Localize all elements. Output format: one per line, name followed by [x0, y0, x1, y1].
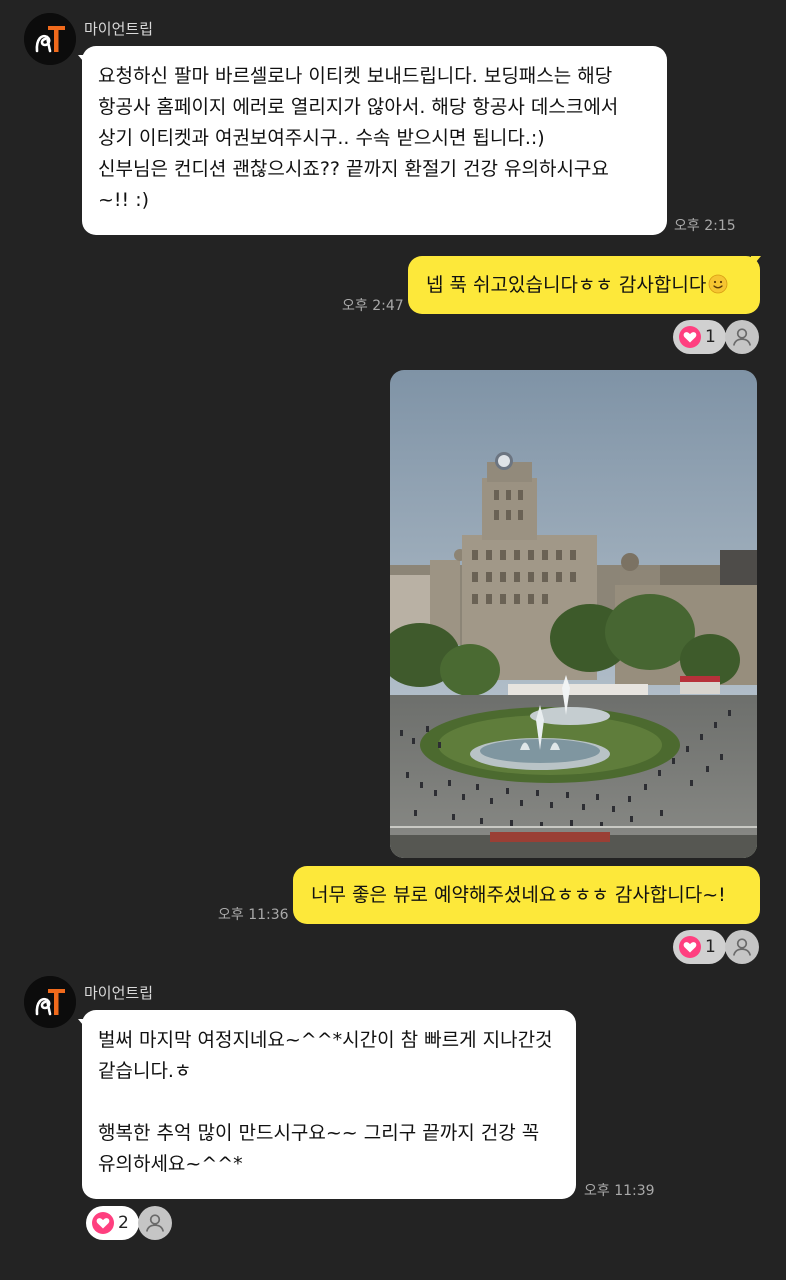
reactor-avatar[interactable]: [725, 930, 759, 964]
message-bubble-incoming[interactable]: 요청하신 팔마 바르셀로나 이티켓 보내드립니다. 보딩패스는 해당 항공사 홈…: [82, 46, 667, 235]
message-text: 너무 좋은 뷰로 예약해주셨네요ㅎㅎㅎ 감사합니다~!: [311, 884, 726, 906]
message-line: 유의하세요~^^*: [98, 1153, 243, 1175]
message-line-blank: [98, 1087, 560, 1118]
heart-icon: [92, 1212, 114, 1234]
reactor-avatar[interactable]: [138, 1206, 172, 1240]
reaction-badge[interactable]: 1: [673, 320, 726, 354]
myantrip-logo-icon: [24, 976, 76, 1028]
reactor-avatar[interactable]: [725, 320, 759, 354]
message-time: 오후 11:39: [584, 1183, 655, 1199]
heart-icon: [679, 326, 701, 348]
message-line: 요청하신 팔마 바르셀로나 이티켓 보내드립니다. 보딩패스는 해당: [98, 65, 613, 87]
message-time: 오후 11:36: [218, 907, 289, 923]
message-line: 행복한 추억 많이 만드시구요~~ 그리구 끝까지 건강 꼭: [98, 1122, 540, 1144]
message-line: ~!! :): [98, 189, 150, 211]
reaction-count: 2: [118, 1213, 129, 1233]
user-icon: [732, 328, 752, 346]
user-icon: [145, 1214, 165, 1232]
message-text-content: 넵 푹 쉬고있습니다ㅎㅎ 감사합니다: [426, 274, 707, 296]
city-square-fountain-photo[interactable]: [390, 370, 757, 858]
message-time: 오후 2:47: [342, 298, 404, 314]
sender-avatar[interactable]: [24, 13, 76, 65]
message-time: 오후 2:15: [674, 218, 736, 234]
message-bubble-incoming[interactable]: 벌써 마지막 여정지네요~^^*시간이 참 빠르게 지나간것 같습니다.ㅎ 행복…: [82, 1010, 576, 1199]
message-text: 넵 푹 쉬고있습니다ㅎㅎ 감사합니다: [426, 270, 742, 301]
reaction-badge[interactable]: 2: [86, 1206, 139, 1240]
heart-icon: [679, 936, 701, 958]
myantrip-logo-icon: [24, 13, 76, 65]
message-line: 항공사 홈페이지 에러로 열리지가 않아서. 해당 항공사 데스크에서: [98, 96, 619, 118]
smile-emoji-icon: [708, 274, 728, 294]
user-icon: [732, 938, 752, 956]
message-bubble-outgoing[interactable]: 너무 좋은 뷰로 예약해주셨네요ㅎㅎㅎ 감사합니다~!: [293, 866, 760, 924]
message-bubble-outgoing[interactable]: 넵 푹 쉬고있습니다ㅎㅎ 감사합니다: [408, 256, 760, 314]
message-line: 벌써 마지막 여정지네요~^^*시간이 참 빠르게 지나간것: [98, 1029, 553, 1051]
message-line: 상기 이티켓과 여권보여주시구.. 수속 받으시면 됩니다.:): [98, 127, 545, 149]
sender-name: 마이언트립: [84, 984, 154, 1002]
sender-name: 마이언트립: [84, 20, 154, 38]
message-line: 신부님은 컨디션 괜찮으시죠?? 끝까지 환절기 건강 유의하시구요: [98, 158, 609, 180]
reaction-badge[interactable]: 1: [673, 930, 726, 964]
message-line: 같습니다.ㅎ: [98, 1060, 192, 1082]
reaction-count: 1: [705, 937, 716, 957]
sender-avatar[interactable]: [24, 976, 76, 1028]
bubble-tail: [751, 256, 761, 268]
reaction-count: 1: [705, 327, 716, 347]
